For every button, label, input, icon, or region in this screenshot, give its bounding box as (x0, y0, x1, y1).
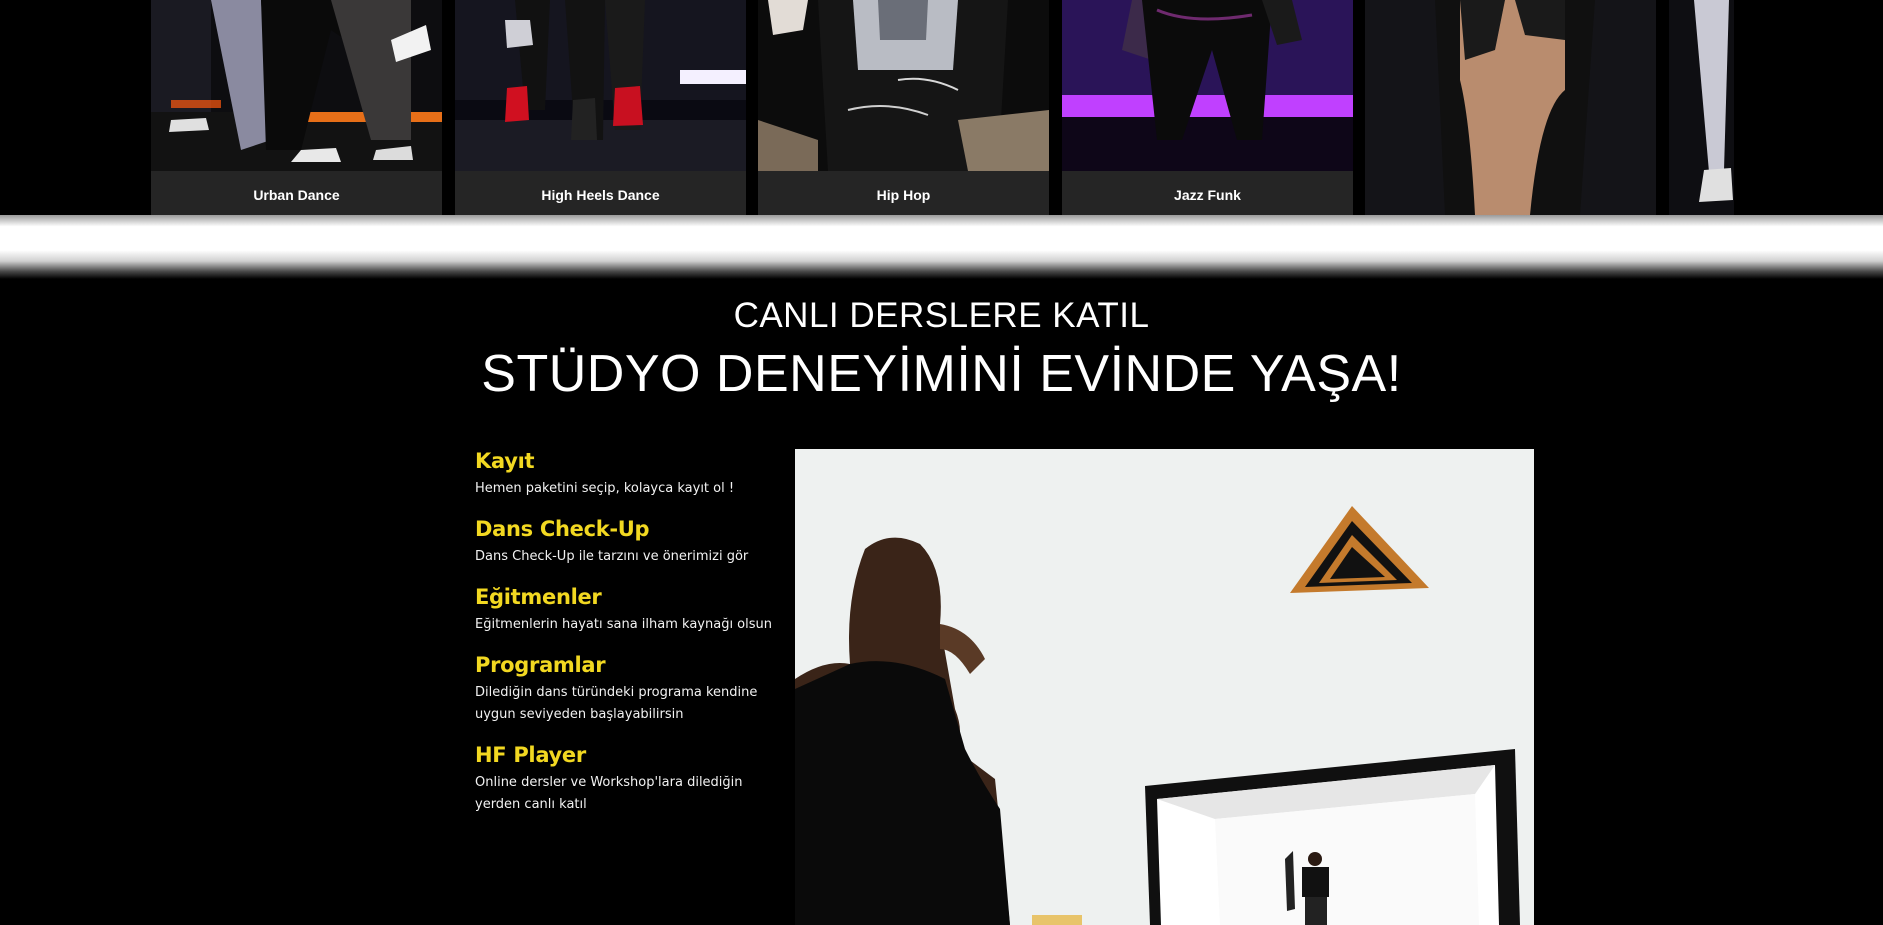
urban-dance-photo (151, 0, 442, 171)
feature-title: Eğitmenler (475, 585, 602, 609)
carousel-card-hip-hop[interactable]: Hip Hop (758, 0, 1049, 215)
feature-item-dans-check-up[interactable]: Dans Check-Up Dans Check-Up ile tarzını … (475, 514, 775, 568)
hip-hop-photo (758, 0, 1049, 171)
carousel-card-urban-dance[interactable]: Urban Dance (151, 0, 442, 215)
feature-item-egitmenler[interactable]: Eğitmenler Eğitmenlerin hayatı sana ilha… (475, 582, 775, 636)
carousel-card-dance[interactable] (1365, 0, 1656, 215)
carousel-card-dance[interactable] (1669, 0, 1734, 215)
high-heels-dance-photo (455, 0, 746, 171)
feature-text: Online dersler ve Workshop'lara dilediği… (475, 775, 743, 812)
carousel-card-label: High Heels Dance (455, 171, 746, 215)
carousel-card-jazz-funk[interactable]: Jazz Funk (1062, 0, 1353, 215)
section-separator (0, 215, 1883, 279)
carousel-card-label: Urban Dance (151, 171, 442, 215)
section-subtitle: CANLI DERSLERE KATIL (733, 296, 1150, 335)
carousel-card-label: Hip Hop (758, 171, 1049, 215)
feature-item-kayit[interactable]: Kayıt Hemen paketini seçip, kolayca kayı… (475, 446, 775, 500)
feature-list: Kayıt Hemen paketini seçip, kolayca kayı… (475, 446, 775, 830)
feature-text: Dilediğin dans türündeki programa kendin… (475, 685, 758, 722)
jazz-funk-photo (1062, 0, 1353, 171)
dancer-with-screen-photo (795, 449, 1534, 925)
carousel-card-high-heels-dance[interactable]: High Heels Dance (455, 0, 746, 215)
section-title: STÜDYO DENEYİMİNİ EVİNDE YAŞA! (481, 345, 1402, 403)
carousel-card-label: Jazz Funk (1062, 171, 1353, 215)
feature-title: Dans Check-Up (475, 517, 650, 541)
feature-text: Hemen paketini seçip, kolayca kayıt ol ! (475, 481, 735, 496)
dance-photo (1365, 0, 1656, 215)
feature-title: Programlar (475, 653, 606, 677)
dance-style-carousel: Urban Dance High Heels Dance Hip Hop Jaz… (0, 0, 1883, 215)
feature-text: Dans Check-Up ile tarzını ve önerimizi g… (475, 549, 749, 564)
feature-item-programlar[interactable]: Programlar Dilediğin dans türündeki prog… (475, 650, 775, 726)
feature-text: Eğitmenlerin hayatı sana ilham kaynağı o… (475, 617, 773, 632)
dance-photo (1669, 0, 1734, 215)
feature-title: Kayıt (475, 449, 535, 473)
feature-item-hf-player[interactable]: HF Player Online dersler ve Workshop'lar… (475, 740, 775, 816)
feature-title: HF Player (475, 743, 586, 767)
